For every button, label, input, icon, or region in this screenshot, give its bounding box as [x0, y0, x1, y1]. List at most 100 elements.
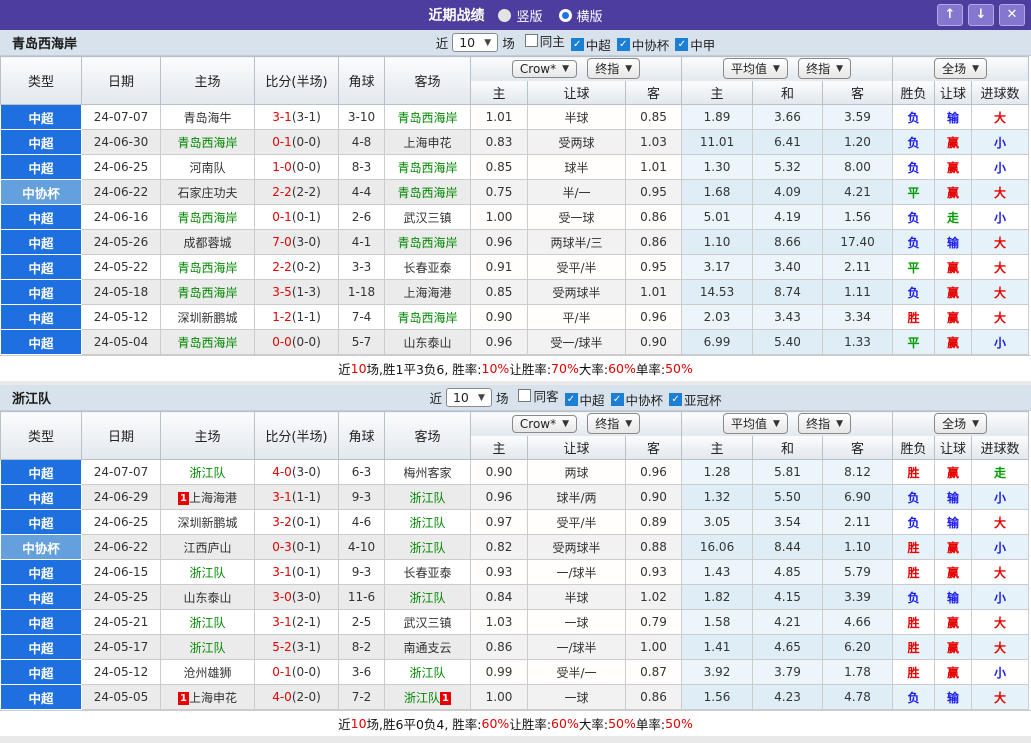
date-cell: 24-06-29	[81, 484, 161, 510]
avg-draw-cell: 5.81	[752, 459, 824, 485]
summary-text: 近	[338, 717, 351, 732]
halftime-score: (0-1)	[291, 540, 321, 554]
home-team-name: 浙江队	[189, 640, 226, 655]
home-team-name: 上海申花	[188, 690, 237, 705]
checkbox-label: 中甲	[690, 38, 716, 53]
odds-away-cell: 0.85	[624, 104, 683, 130]
league-filter-checkbox[interactable]: ✓ 中超	[570, 35, 611, 54]
halftime-score: (0-1)	[291, 565, 321, 579]
arrow-down-button[interactable]: ↓	[968, 4, 994, 26]
corners-cell: 3-6	[338, 659, 385, 685]
score-cell: 2-2(2-2)	[254, 179, 339, 205]
away-team-name: 浙江队	[409, 540, 446, 555]
league-filter-checkbox[interactable]: ✓ 中协杯	[610, 390, 663, 409]
radio-icon	[558, 8, 572, 22]
away-team-name: 武汉三镇	[403, 210, 452, 225]
table-body: 中超 24-07-07 青岛海牛 3-1(3-1) 3-10 青岛西海岸 1.01 半球 0.8…	[0, 104, 1030, 355]
date-cell: 24-05-21	[81, 609, 161, 635]
summary-stat-value: 10%	[481, 361, 510, 376]
sub-header-average: 和	[752, 80, 824, 105]
score-cell: 3-2(0-1)	[254, 509, 339, 535]
league-filter-checkbox[interactable]: ✓ 中协杯	[616, 35, 669, 54]
league-filter-checkbox[interactable]: ✓ 亚冠杯	[669, 390, 722, 409]
result-group-header: 全场 ▼	[892, 411, 1030, 436]
odds-home-cell: 0.96	[470, 329, 528, 355]
fulltime-score: 3-1	[272, 615, 292, 629]
date-cell: 24-05-25	[81, 584, 161, 610]
league-cell: 中协杯	[0, 179, 82, 205]
match-count-select[interactable]: 10 ▼	[452, 33, 499, 52]
score-cell: 3-0(3-0)	[254, 584, 339, 610]
summary-stat-value: 60%	[481, 716, 510, 731]
result-outcome-cell: 负	[892, 229, 936, 255]
score-cell: 3-5(1-3)	[254, 279, 339, 305]
average-group-header: 平均值 ▼ 终指 ▼	[681, 56, 894, 81]
odds-source-dropdown[interactable]: Crow* ▼	[511, 415, 578, 434]
league-checkboxes: 同客 ✓ 中超 ✓ 中协杯 ✓ 亚冠杯	[512, 386, 722, 409]
avg-away-cell: 17.40	[822, 229, 894, 255]
summary-stat-value: 50%	[665, 716, 693, 731]
average-source-dropdown[interactable]: 平均值 ▼	[723, 58, 788, 80]
match-row: 中超 24-05-21 浙江队 3-1(2-1) 2-5 武汉三镇 1.03 一球 0.79 1.…	[0, 609, 1030, 635]
odds-kind-dropdown[interactable]: 终指 ▼	[587, 413, 641, 435]
league-filter-checkbox[interactable]: 同客	[518, 386, 559, 405]
avg-draw-cell: 4.09	[752, 179, 824, 205]
col-header-score: 比分(半场)	[254, 411, 339, 460]
league-filter-checkbox[interactable]: ✓ 中甲	[675, 35, 715, 54]
halftime-score: (3-1)	[291, 110, 321, 124]
summary-text: 大率:	[578, 717, 609, 732]
away-team-cell: 浙江队	[384, 534, 471, 560]
fulltime-score: 4-0	[272, 690, 292, 704]
avg-draw-cell: 4.23	[752, 684, 824, 710]
score-cell: 7-0(3-0)	[254, 229, 339, 255]
avg-draw-cell: 8.74	[752, 279, 824, 305]
league-filter-checkbox[interactable]: 同主	[524, 31, 565, 50]
home-team-cell: 成都蓉城	[160, 229, 255, 255]
fulltime-score: 0-1	[272, 665, 292, 679]
window-title: 近期战绩	[428, 8, 485, 24]
league-filter-checkbox[interactable]: ✓ 中超	[564, 390, 605, 409]
fulltime-score: 3-1	[272, 490, 292, 504]
league-cell: 中超	[0, 559, 82, 585]
result-group-header: 全场 ▼	[892, 56, 1030, 81]
titlebar-buttons: ↑ ↓ ✕	[937, 4, 1025, 26]
score-cell: 0-1(0-0)	[254, 659, 339, 685]
section-header: 青岛西海岸 近 10 ▼ 场 同主 ✓ 中超 ✓ 中协杯 ✓ 中甲	[0, 30, 1031, 56]
scope-dropdown[interactable]: 全场 ▼	[934, 58, 988, 80]
team-name: 浙江队	[12, 392, 52, 407]
average-source-dropdown[interactable]: 平均值 ▼	[723, 413, 788, 435]
league-cell: 中超	[0, 634, 82, 660]
average-kind-dropdown[interactable]: 终指 ▼	[798, 413, 852, 435]
average-kind-dropdown[interactable]: 终指 ▼	[798, 58, 852, 80]
result-goals-cell: 小	[971, 534, 1030, 560]
radio-horizontal-layout[interactable]: 横版	[558, 6, 603, 25]
date-cell: 24-06-30	[81, 129, 161, 155]
odds-source-dropdown[interactable]: Crow* ▼	[511, 60, 578, 79]
result-goals-cell: 小	[971, 204, 1030, 230]
league-cell: 中超	[0, 154, 82, 180]
col-header-away: 客场	[384, 411, 471, 460]
date-cell: 24-06-25	[81, 509, 161, 535]
odds-kind-dropdown[interactable]: 终指 ▼	[587, 58, 641, 80]
avg-home-cell: 1.41	[681, 634, 754, 660]
avg-home-cell: 3.17	[681, 254, 754, 280]
away-team-name: 浙江队	[409, 590, 446, 605]
away-team-name: 青岛西海岸	[397, 310, 458, 325]
results-table: 类型 日期 主场 比分(半场) 角球 客场 Crow* ▼ 终指 ▼ 平均值 ▼ 终指…	[0, 56, 1030, 355]
away-team-name: 青岛西海岸	[397, 110, 458, 125]
avg-home-cell: 1.43	[681, 559, 754, 585]
radio-vertical-layout[interactable]: 竖版	[498, 6, 543, 25]
league-cell: 中协杯	[0, 534, 82, 560]
match-row: 中超 24-06-15 浙江队 3-1(0-1) 9-3 长春亚泰 0.93 一/球半 0.93…	[0, 559, 1030, 585]
scope-dropdown[interactable]: 全场 ▼	[934, 413, 988, 435]
handicap-cell: 一球	[527, 684, 626, 710]
corners-cell: 5-7	[338, 329, 385, 355]
fulltime-score: 3-2	[272, 515, 292, 529]
fulltime-score: 5-2	[272, 640, 292, 654]
result-handicap-cell: 赢	[934, 659, 973, 685]
date-cell: 24-05-12	[81, 659, 161, 685]
arrow-up-button[interactable]: ↑	[937, 4, 963, 26]
close-button[interactable]: ✕	[999, 4, 1025, 26]
handicap-cell: 受半/一	[527, 659, 626, 685]
match-count-select[interactable]: 10 ▼	[445, 388, 492, 407]
